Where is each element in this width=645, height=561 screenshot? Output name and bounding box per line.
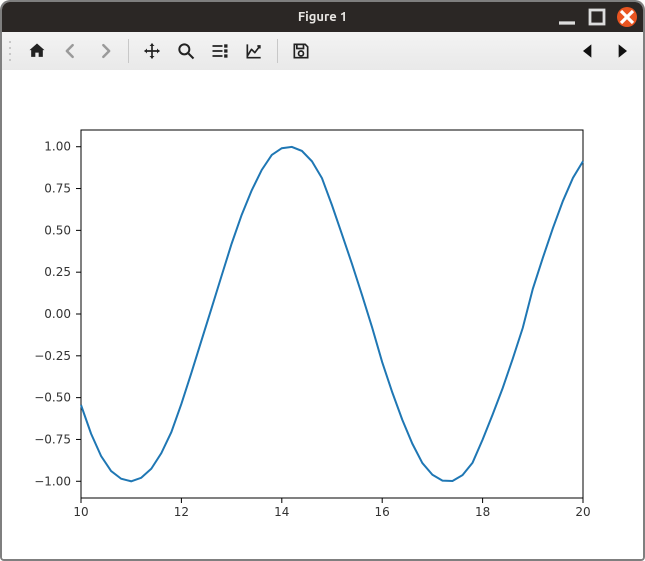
toolbar-grip[interactable] — [8, 40, 14, 62]
window-title: Figure 1 — [298, 10, 347, 24]
y-tick-label: −0.75 — [34, 432, 71, 446]
y-tick-label: −0.50 — [34, 391, 71, 405]
y-tick-label: 0.00 — [44, 307, 71, 321]
y-tick-label: 0.25 — [44, 265, 71, 279]
y-tick-label: −0.25 — [34, 349, 71, 363]
prev-view-button[interactable] — [573, 36, 603, 66]
window: Figure 1 — [2, 2, 643, 559]
toolbar-separator — [277, 39, 278, 63]
home-button[interactable] — [22, 36, 52, 66]
axes-frame — [81, 130, 583, 498]
y-tick-label: −1.00 — [34, 474, 71, 488]
x-tick-label: 10 — [73, 505, 88, 519]
close-button[interactable] — [617, 7, 637, 27]
home-icon — [27, 41, 47, 61]
zoom-button[interactable] — [171, 36, 201, 66]
plot-area[interactable]: 10 12 14 16 18 20 −1.00 −0.75 −0.50 −0.25 0.00 0.25… — [2, 70, 643, 559]
forward-button[interactable] — [90, 36, 120, 66]
x-tick-label: 14 — [274, 505, 289, 519]
x-tick-label: 12 — [174, 505, 189, 519]
forward-icon — [95, 41, 115, 61]
zoom-icon — [176, 41, 196, 61]
maximize-button[interactable] — [587, 7, 607, 27]
next-view-button[interactable] — [607, 36, 637, 66]
axes-icon — [244, 41, 264, 61]
back-button[interactable] — [56, 36, 86, 66]
x-tick-label: 20 — [575, 505, 590, 519]
y-tick-label: 0.75 — [44, 182, 71, 196]
toolbar-separator — [128, 39, 129, 63]
axes-button[interactable] — [239, 36, 269, 66]
toolbar — [2, 32, 643, 71]
x-tick-label: 18 — [475, 505, 490, 519]
pan-button[interactable] — [137, 36, 167, 66]
subplots-icon — [210, 41, 230, 61]
pan-icon — [142, 41, 162, 61]
y-tick-label: 0.50 — [44, 223, 71, 237]
y-tick-label: 1.00 — [44, 140, 71, 154]
window-titlebar[interactable]: Figure 1 — [2, 2, 643, 32]
minimize-button[interactable] — [557, 7, 577, 27]
back-icon — [61, 41, 81, 61]
chart: 10 12 14 16 18 20 −1.00 −0.75 −0.50 −0.25 0.00 0.25… — [2, 70, 643, 559]
save-button[interactable] — [286, 36, 316, 66]
triangle-right-icon — [612, 41, 632, 61]
triangle-left-icon — [578, 41, 598, 61]
subplots-button[interactable] — [205, 36, 235, 66]
save-icon — [291, 41, 311, 61]
window-controls — [557, 2, 637, 32]
x-tick-label: 16 — [375, 505, 390, 519]
